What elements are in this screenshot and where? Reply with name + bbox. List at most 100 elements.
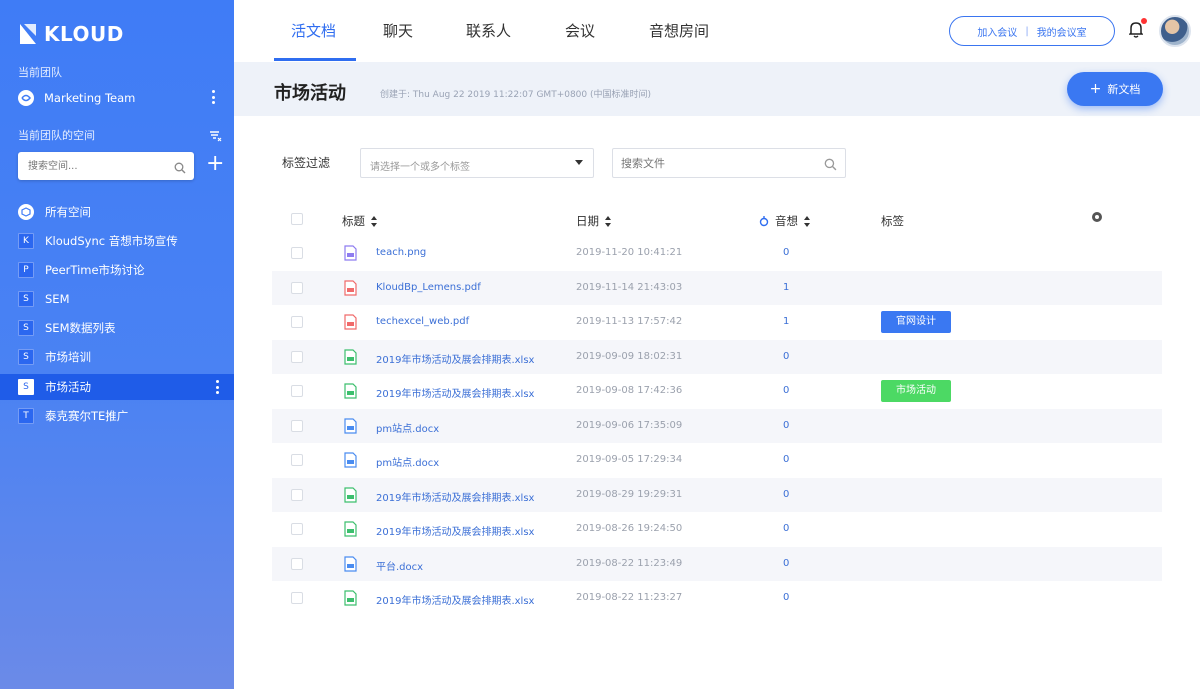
row-checkbox[interactable] — [291, 419, 303, 432]
table-row[interactable]: KloudBp_Lemens.pdf 2019-11-14 21:43:03 1 — [272, 270, 1162, 305]
column-settings-icon[interactable] — [1092, 212, 1102, 222]
file-date: 2019-09-05 17:29:34 — [576, 454, 683, 465]
search-icon[interactable] — [824, 156, 837, 175]
column-views[interactable]: 音想 — [759, 213, 811, 229]
column-views-label: 音想 — [775, 214, 798, 228]
file-name-link[interactable]: pm站点.docx — [376, 420, 439, 435]
sidebar-item-market-training[interactable]: S 市场培训 — [0, 344, 234, 370]
team-icon — [18, 90, 34, 106]
sidebar-item-sem-data[interactable]: S SEM数据列表 — [0, 315, 234, 341]
tab-rooms[interactable]: 音想房间 — [649, 20, 709, 62]
file-name-link[interactable]: KloudBp_Lemens.pdf — [376, 282, 481, 293]
file-name-link[interactable]: 2019年市场活动及展会排期表.xlsx — [376, 523, 534, 538]
file-name-link[interactable]: 平台.docx — [376, 558, 423, 573]
add-space-button[interactable]: + — [206, 153, 224, 177]
row-checkbox[interactable] — [291, 316, 303, 328]
table-row[interactable]: 2019年市场活动及展会排期表.xlsx 2019-09-09 18:02:31 0 — [272, 339, 1162, 374]
sidebar-item-all-spaces[interactable]: 所有空间 — [0, 199, 234, 225]
table-row[interactable]: pm站点.docx 2019-09-06 17:35:09 0 — [272, 408, 1162, 443]
row-checkbox[interactable] — [291, 247, 303, 259]
logo-text: KLOUD — [44, 22, 124, 46]
kloud-logo-icon — [20, 24, 36, 44]
row-checkbox[interactable] — [291, 281, 303, 294]
space-search — [18, 152, 194, 180]
logo[interactable]: KLOUD — [18, 22, 124, 46]
tab-contacts[interactable]: 联系人 — [466, 20, 511, 62]
table-row[interactable]: 平台.docx 2019-08-22 11:23:49 0 — [272, 546, 1162, 581]
file-name-link[interactable]: teach.png — [376, 247, 426, 258]
excel-file-icon — [344, 521, 357, 537]
tab-meetings[interactable]: 会议 — [565, 20, 595, 62]
sidebar-item-techexcel[interactable]: T 泰克赛尔TE推广 — [0, 403, 234, 429]
plus-icon: + — [1089, 81, 1102, 97]
column-date[interactable]: 日期 — [576, 213, 612, 229]
file-views: 0 — [783, 557, 790, 569]
file-search-input[interactable] — [613, 149, 813, 177]
select-all-checkbox[interactable] — [291, 213, 303, 225]
table-row[interactable]: 2019年市场活动及展会排期表.xlsx 2019-08-26 19:24:50 0 — [272, 512, 1162, 546]
file-name-link[interactable]: pm站点.docx — [376, 454, 439, 469]
column-date-label: 日期 — [576, 214, 599, 228]
excel-file-icon — [344, 348, 357, 365]
table-row[interactable]: 2019年市场活动及展会排期表.xlsx 2019-08-22 11:23:27 0 — [272, 581, 1162, 615]
column-title[interactable]: 标题 — [342, 213, 378, 229]
my-meeting-room-button[interactable]: 我的会议室 — [1037, 24, 1087, 39]
tag-badge[interactable]: 市场活动 — [881, 380, 951, 402]
row-checkbox[interactable] — [291, 488, 303, 501]
search-icon[interactable] — [174, 159, 186, 178]
word-file-icon — [344, 452, 357, 468]
file-views: 0 — [783, 385, 790, 396]
sidebar-item-kloudsync[interactable]: K KloudSync 音想市场宣传 — [0, 228, 234, 254]
divider: | — [1025, 25, 1029, 37]
file-date: 2019-11-13 17:57:42 — [576, 316, 683, 327]
top-nav: 活文档 聊天 联系人 会议 音想房间 加入会议 | 我的会议室 — [234, 0, 1200, 62]
pdf-file-icon — [344, 314, 357, 330]
tab-chat[interactable]: 聊天 — [383, 20, 413, 62]
row-checkbox[interactable] — [291, 523, 303, 535]
team-more-icon[interactable] — [212, 90, 216, 104]
space-more-icon[interactable] — [216, 380, 220, 394]
file-name-link[interactable]: 2019年市场活动及展会排期表.xlsx — [376, 385, 534, 400]
row-checkbox[interactable] — [291, 350, 303, 363]
tag-select-placeholder: 请选择一个或多个标签 — [370, 162, 470, 173]
new-document-label: 新文档 — [1107, 83, 1141, 96]
sidebar-item-sem[interactable]: S SEM — [0, 286, 234, 312]
row-checkbox[interactable] — [291, 592, 303, 604]
sidebar-item-market-activity[interactable]: S 市场活动 — [0, 374, 234, 400]
avatar[interactable] — [1159, 15, 1191, 47]
file-views: 0 — [783, 350, 790, 362]
page-title: 市场活动 — [274, 83, 346, 104]
row-checkbox[interactable] — [291, 557, 303, 570]
space-filter-icon[interactable] — [210, 127, 222, 146]
file-views: 0 — [783, 523, 790, 534]
bell-icon[interactable] — [1128, 20, 1144, 42]
join-meeting-button[interactable]: 加入会议 — [977, 24, 1017, 39]
sidebar-item-peertime[interactable]: P PeerTime市场讨论 — [0, 257, 234, 283]
tab-live-docs[interactable]: 活文档 — [291, 20, 336, 62]
tag-select[interactable]: 请选择一个或多个标签 — [360, 148, 594, 178]
table-row[interactable]: pm站点.docx 2019-09-05 17:29:34 0 — [272, 443, 1162, 477]
file-name-link[interactable]: 2019年市场活动及展会排期表.xlsx — [376, 351, 534, 366]
sidebar-item-label: PeerTime市场讨论 — [45, 263, 145, 277]
sidebar-item-label: KloudSync 音想市场宣传 — [45, 234, 178, 248]
sidebar-item-label: SEM数据列表 — [45, 321, 116, 335]
row-checkbox[interactable] — [291, 385, 303, 397]
space-badge: S — [18, 349, 34, 365]
new-document-button[interactable]: + 新文档 — [1067, 72, 1163, 106]
sort-icon — [605, 215, 612, 227]
file-date: 2019-09-09 18:02:31 — [576, 350, 683, 362]
space-search-input[interactable] — [18, 152, 168, 180]
table-row[interactable]: 2019年市场活动及展会排期表.xlsx 2019-09-08 17:42:36 0… — [272, 374, 1162, 408]
team-selector[interactable]: Marketing Team — [18, 88, 228, 108]
tag-badge[interactable]: 官网设计 — [881, 311, 951, 333]
file-name-link[interactable]: 2019年市场活动及展会排期表.xlsx — [376, 489, 534, 504]
table-row[interactable]: teach.png 2019-11-20 10:41:21 0 — [272, 236, 1162, 270]
row-checkbox[interactable] — [291, 454, 303, 466]
table-row[interactable]: 2019年市场活动及展会排期表.xlsx 2019-08-29 19:29:31 0 — [272, 477, 1162, 512]
image-file-icon — [344, 245, 357, 261]
sort-icon — [371, 215, 378, 227]
table-row[interactable]: techexcel_web.pdf 2019-11-13 17:57:42 1 官网设… — [272, 305, 1162, 339]
file-name-link[interactable]: 2019年市场活动及展会排期表.xlsx — [376, 592, 534, 607]
space-badge: K — [18, 233, 34, 249]
file-name-link[interactable]: techexcel_web.pdf — [376, 316, 469, 327]
